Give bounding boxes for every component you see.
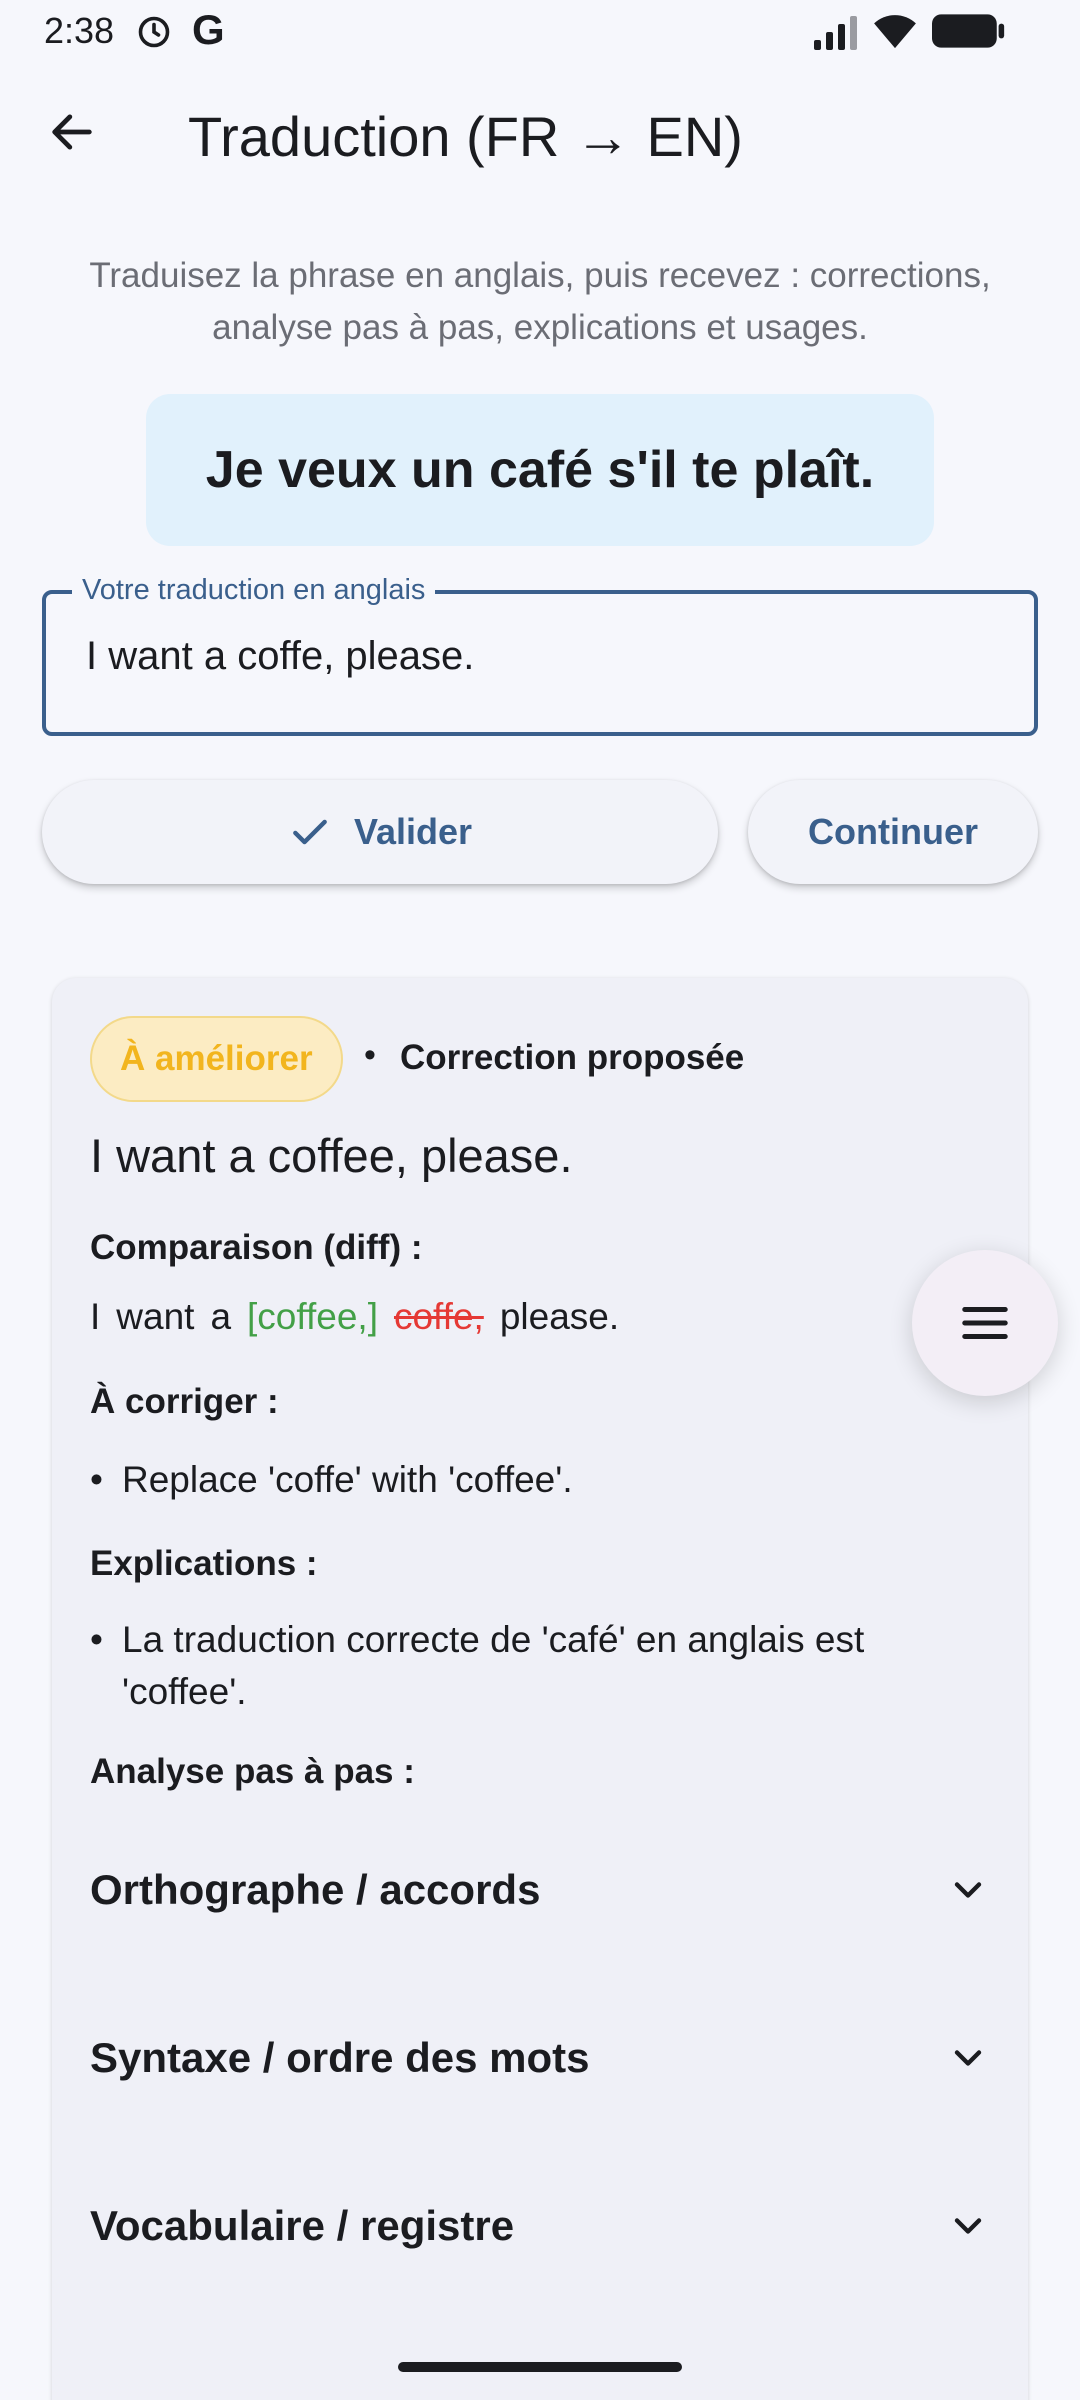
diff-token-removed: coffe, [393,1296,484,1337]
source-sentence-card: Je veux un café s'il te plaît. [146,394,934,546]
translation-field[interactable]: Votre traduction en anglais [42,574,1038,736]
check-icon [293,819,327,845]
bullet-dot: • [90,1459,103,1500]
home-indicator[interactable] [398,2362,682,2372]
page-title: Traduction (FR → EN) [188,105,743,168]
wifi-icon [874,15,916,49]
result-card: À améliorer • Correction proposée I want… [52,978,1028,2400]
analysis-section-title: Orthographe / accords [90,1866,541,1913]
analysis-section-syntax[interactable]: Syntaxe / ordre des mots [90,2018,990,2098]
analysis-section-spelling[interactable]: Orthographe / accords [90,1850,990,1930]
separator-dot: • [364,1036,376,1074]
bullet-dot: • [90,1619,103,1660]
diff-token: want [116,1296,195,1337]
analysis-heading: Analyse pas à pas : [90,1752,415,1791]
status-badge-label: À améliorer [120,1039,313,1078]
to-fix-heading: À corriger : [90,1382,279,1421]
diff-token-added: [coffee,] [247,1296,378,1337]
translation-input[interactable] [86,634,986,679]
diff-token: please. [499,1296,620,1337]
arrow-back-icon [52,114,92,150]
continue-label: Continuer [808,811,978,852]
signal-icon [814,16,857,50]
diff-token: I [90,1296,101,1337]
chevron-down-icon [954,1882,982,1898]
explanations-heading: Explications : [90,1544,318,1583]
validate-label: Valider [353,811,473,852]
chevron-down-icon [954,2218,982,2234]
instructions-text: Traduisez la phrase en anglais, puis rec… [89,256,991,347]
to-fix-text: Replace 'coffe' with 'coffee'. [122,1459,573,1500]
explanation-text: La traduction correcte de 'café' en angl… [122,1619,865,1712]
menu-icon [962,1307,1008,1339]
explanation-item: • La traduction correcte de 'café' en an… [90,1614,970,1718]
analysis-section-vocabulary[interactable]: Vocabulaire / registre [90,2186,990,2266]
chevron-down-icon [954,2050,982,2066]
correction-label: Correction proposée [400,1038,745,1077]
source-sentence: Je veux un café s'il te plaît. [205,441,875,499]
menu-fab[interactable] [912,1250,1058,1396]
status-badge: À améliorer [90,1016,343,1102]
status-bar: 2:38 G [0,0,1080,64]
google-icon: G [192,6,225,53]
corrected-text: I want a coffee, please. [90,1129,573,1182]
status-time: 2:38 [44,10,115,51]
to-fix-item: • Replace 'coffe' with 'coffee'. [90,1454,970,1506]
battery-icon [932,14,1005,48]
continue-button[interactable]: Continuer [748,780,1038,884]
validate-button[interactable]: Valider [42,780,718,884]
analysis-section-title: Vocabulaire / registre [90,2202,515,2249]
analysis-section-title: Syntaxe / ordre des mots [90,2034,590,2081]
alarm-icon [138,16,170,48]
diff-line: I want a [coffee,] coffe, please. [90,1296,635,1338]
diff-heading: Comparaison (diff) : [90,1228,423,1267]
diff-token: a [210,1296,232,1337]
translation-field-label: Votre traduction en anglais [72,574,436,607]
back-button[interactable] [40,100,104,164]
